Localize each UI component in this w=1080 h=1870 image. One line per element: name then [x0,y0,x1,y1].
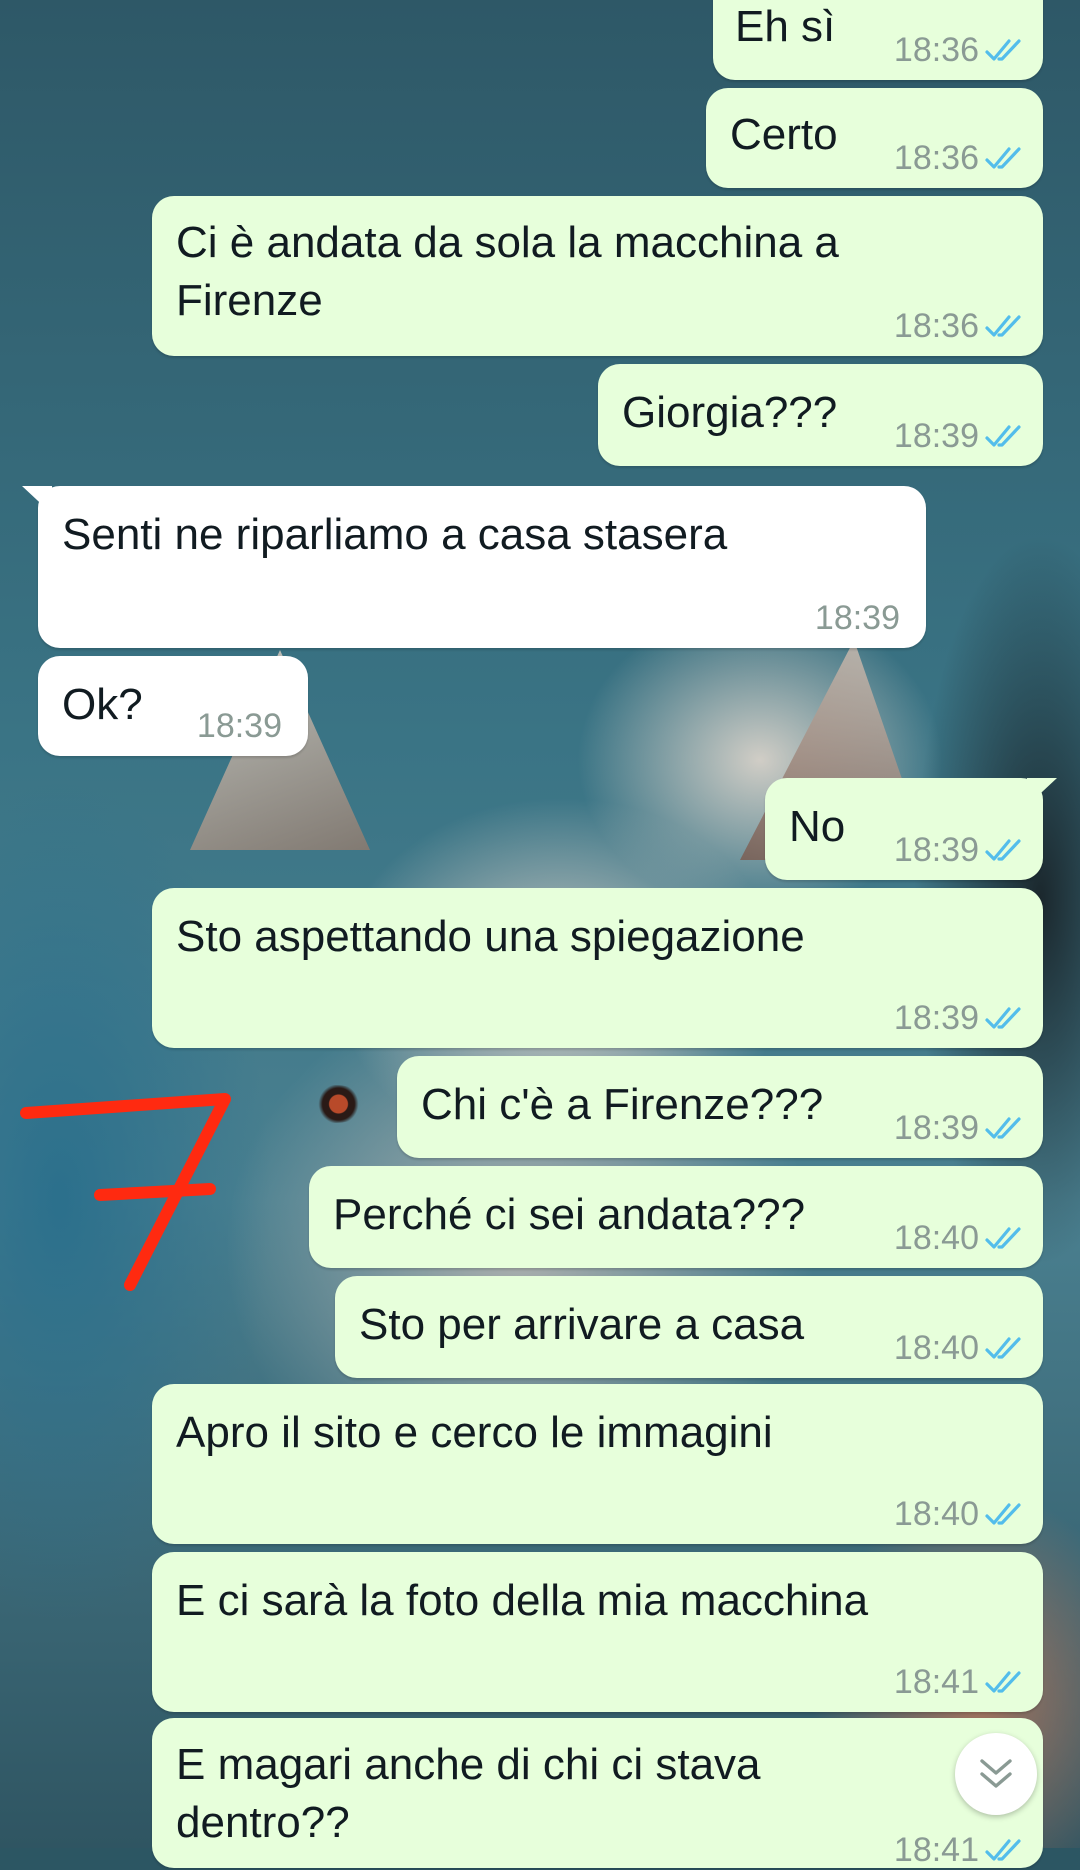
scroll-to-bottom-button[interactable] [955,1733,1037,1815]
message-bubble-outgoing[interactable]: Sto aspettando una spiegazione 18:39 [152,888,1043,1048]
message-bubble-outgoing[interactable]: Eh sì 18:36 [713,0,1043,80]
double-check-icon [985,1227,1021,1249]
message-meta: 18:39 [197,706,282,746]
message-text: Apro il sito e cerco le immagini [176,1408,773,1457]
message-meta: 18:39 [894,830,1025,870]
message-time: 18:39 [893,999,979,1037]
message-time: 18:41 [893,1663,979,1701]
message-meta: 18:40 [894,1494,1025,1534]
message-meta: 18:40 [894,1328,1025,1368]
message-meta: 18:36 [894,30,1025,70]
message-meta: 18:36 [894,306,1025,346]
message-meta: 18:40 [894,1218,1025,1258]
message-time: 18:39 [814,599,900,637]
message-bubble-outgoing[interactable]: Certo 18:36 [706,88,1043,188]
bubble-tail [22,486,52,514]
message-bubble-outgoing[interactable]: Sto per arrivare a casa 18:40 [335,1276,1043,1378]
message-time: 18:39 [893,1109,979,1147]
message-meta: 18:39 [894,998,1025,1038]
double-check-icon [985,425,1021,447]
message-list[interactable]: Eh sì 18:36 Certo 18:36 Ci è andata da s… [0,0,1080,1869]
message-time: 18:40 [893,1329,979,1367]
message-time: 18:36 [893,139,979,177]
message-meta: 18:39 [894,416,1025,456]
message-time: 18:40 [893,1219,979,1257]
message-bubble-outgoing[interactable]: No 18:39 [765,778,1057,880]
double-check-icon [985,1007,1021,1029]
message-time: 18:40 [893,1495,979,1533]
message-text: Senti ne riparliamo a casa stasera [62,510,728,559]
message-time: 18:39 [893,417,979,455]
message-meta: 18:36 [894,138,1025,178]
message-time: 18:36 [893,31,979,69]
double-check-icon [985,147,1021,169]
message-meta: 18:39 [894,1108,1025,1148]
double-chevron-down-icon [980,1759,1012,1788]
message-text: E ci sarà la foto della mia macchina [176,1576,869,1625]
double-check-icon [985,1671,1021,1693]
message-time: 18:36 [893,307,979,345]
double-check-icon [985,839,1021,861]
message-bubble-outgoing[interactable]: Giorgia??? 18:39 [598,364,1043,466]
double-check-icon [985,1839,1021,1861]
double-check-icon [985,1117,1021,1139]
message-bubble-outgoing[interactable]: Apro il sito e cerco le immagini 18:40 [152,1384,1043,1544]
message-meta: 18:41 [894,1830,1025,1870]
message-time: 18:39 [196,707,282,745]
message-bubble-outgoing[interactable]: E ci sarà la foto della mia macchina 18:… [152,1552,1043,1712]
double-check-icon [985,1337,1021,1359]
message-bubble-incoming[interactable]: Senti ne riparliamo a casa stasera 18:39 [22,486,926,648]
message-meta: 18:41 [894,1662,1025,1702]
message-bubble-outgoing[interactable]: Chi c'è a Firenze??? 18:39 [397,1056,1043,1158]
message-time: 18:39 [893,831,979,869]
message-meta: 18:39 [815,598,900,638]
message-text: Sto aspettando una spiegazione [176,912,805,961]
message-bubble-outgoing[interactable]: Perché ci sei andata??? 18:40 [309,1166,1043,1268]
double-check-icon [985,1503,1021,1525]
message-time: 18:41 [893,1831,979,1869]
double-check-icon [985,39,1021,61]
double-check-icon [985,315,1021,337]
message-bubble-outgoing[interactable]: E magari anche di chi ci stava dentro?? … [152,1718,1043,1870]
bubble-tail [1027,778,1057,806]
message-bubble-outgoing[interactable]: Ci è andata da sola la macchina a Firenz… [152,196,1043,356]
message-bubble-incoming[interactable]: Ok? 18:39 [38,656,308,756]
